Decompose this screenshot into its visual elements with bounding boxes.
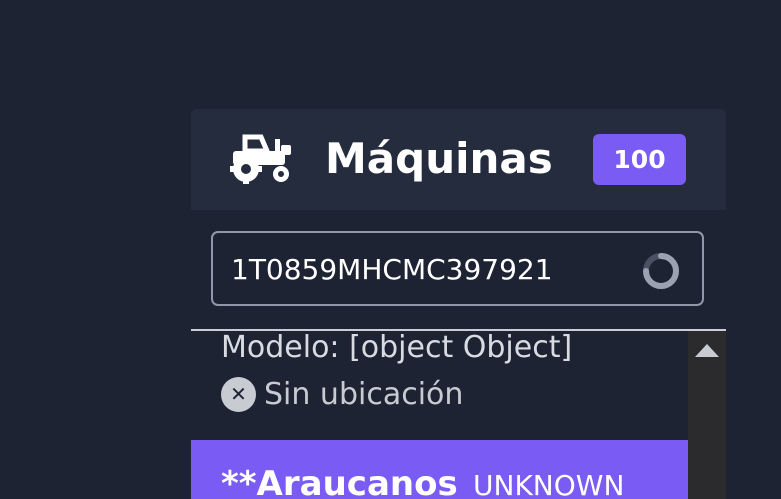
scroll-up-icon[interactable] [695,344,719,357]
search-area [191,210,726,329]
count-badge: 100 [593,134,686,185]
item-model: Modelo: [object Object] [221,331,573,365]
results-dropdown: Modelo: [object Object] ✕ Sin ubicación … [191,329,726,499]
status-badge: UNKNOWN [473,469,625,499]
search-input[interactable] [231,247,631,291]
machine-name: **Araucanos [221,464,458,499]
machines-panel: Máquinas 100 Modelo: [object Object] ✕ S… [191,109,726,499]
panel-title: Máquinas [325,134,553,183]
list-item-selected[interactable]: **Araucanos UNKNOWN [191,440,688,499]
close-circle-icon: ✕ [221,377,256,412]
location-text: Sin ubicación [264,377,464,412]
search-field[interactable] [211,231,704,306]
tractor-icon [230,134,291,184]
scrollbar[interactable] [688,331,726,499]
result-list: Modelo: [object Object] ✕ Sin ubicación … [191,331,688,499]
panel-header: Máquinas 100 [191,109,726,210]
loading-spinner-icon [643,253,679,289]
